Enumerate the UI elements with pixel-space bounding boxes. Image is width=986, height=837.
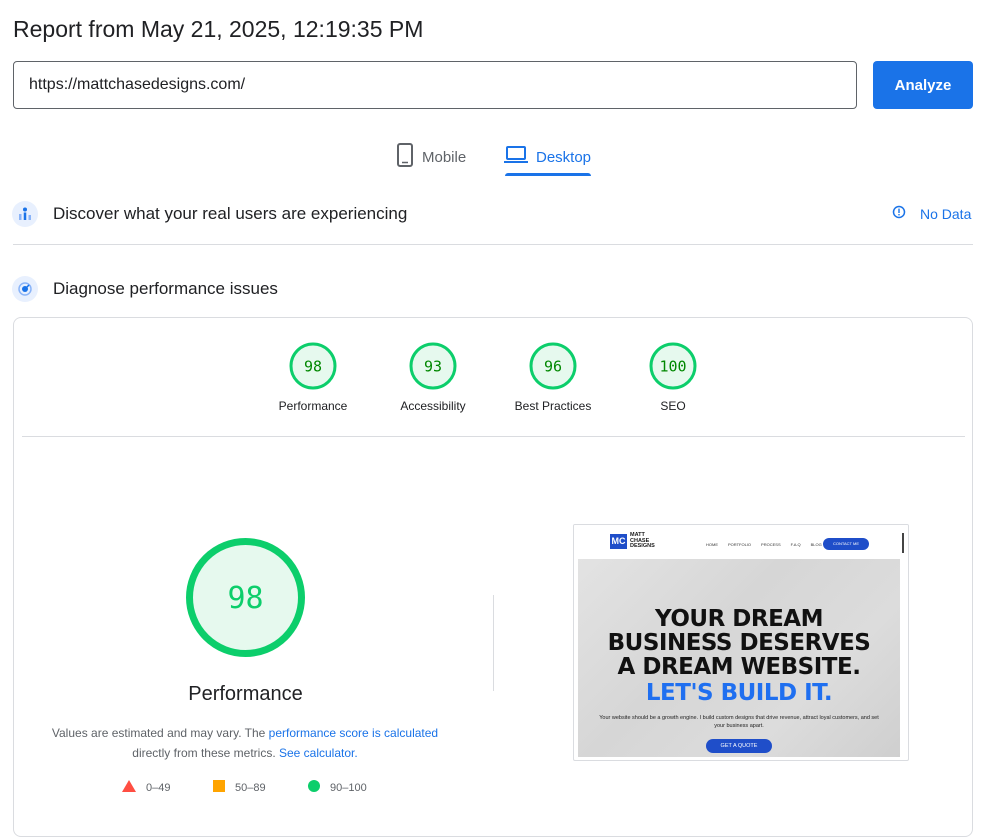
circle-icon xyxy=(308,780,320,795)
score-calculated-link[interactable]: performance score is calculated xyxy=(269,726,438,740)
hero-headline-line: YOUR DREAM xyxy=(655,606,823,632)
menu-item: HOME xyxy=(706,542,718,547)
score-gauge-best-practices[interactable]: 96 Best Practices xyxy=(493,341,613,413)
screenshot-menu: HOME PORTFOLIO PROCESS F.A.Q BLOG xyxy=(706,542,822,547)
hero-headline-line: BUSINESS DESERVES xyxy=(607,630,871,656)
score-note: Values are estimated and may vary. The p… xyxy=(40,723,450,763)
hero-subtext: Your website should be a growth engine. … xyxy=(599,715,879,729)
score-gauge-seo[interactable]: 100 SEO xyxy=(613,341,733,413)
vertical-divider xyxy=(493,595,494,691)
info-icon xyxy=(892,205,906,222)
square-icon xyxy=(213,780,225,795)
tab-mobile[interactable]: Mobile xyxy=(396,138,466,176)
performance-title: Performance xyxy=(188,683,303,705)
score-value: 98 xyxy=(304,358,322,376)
real-users-title: Discover what your real users are experi… xyxy=(53,204,408,223)
card-divider xyxy=(22,436,965,437)
score-label: Accessibility xyxy=(400,399,466,413)
url-input[interactable] xyxy=(14,62,856,108)
tab-selected-indicator xyxy=(505,173,591,176)
see-calculator-link[interactable]: See calculator. xyxy=(279,746,358,760)
score-label: SEO xyxy=(660,399,686,413)
users-chart-icon xyxy=(12,201,38,227)
legend-range: 90–100 xyxy=(330,781,367,794)
laptop-icon xyxy=(504,145,528,169)
analyze-button[interactable]: Analyze xyxy=(873,61,973,109)
menu-item: BLOG xyxy=(810,542,822,547)
menu-item: F.A.Q xyxy=(790,542,801,547)
score-gauge-performance[interactable]: 98 Performance xyxy=(253,341,373,413)
score-ring: 93 xyxy=(409,342,457,390)
section-divider xyxy=(13,244,973,245)
screenshot-scrollbar xyxy=(902,533,904,553)
score-value: 100 xyxy=(659,358,686,376)
legend-range: 50–89 xyxy=(235,781,266,794)
performance-gauge: 98 xyxy=(186,538,305,657)
phone-icon xyxy=(396,143,414,171)
screenshot-logo: MC MATT CHASE DESIGNS xyxy=(610,532,662,550)
page-screenshot: MC MATT CHASE DESIGNS HOME PORTFOLIO PRO… xyxy=(573,524,909,761)
note-text: Values are estimated and may vary. The xyxy=(51,726,269,740)
diagnose-title: Diagnose performance issues xyxy=(53,279,278,298)
report-title: Report from May 21, 2025, 12:19:35 PM xyxy=(13,16,424,42)
performance-score-value: 98 xyxy=(227,581,263,616)
screenshot-nav: MC MATT CHASE DESIGNS HOME PORTFOLIO PRO… xyxy=(574,525,908,559)
score-ring: 98 xyxy=(289,342,337,390)
no-data-indicator[interactable]: No Data xyxy=(892,205,971,222)
legend-fail: 0–49 xyxy=(122,780,170,795)
tab-desktop[interactable]: Desktop xyxy=(504,138,591,176)
tab-desktop-label: Desktop xyxy=(536,148,592,166)
score-value: 93 xyxy=(424,358,442,376)
note-text: directly from these metrics. xyxy=(132,746,279,760)
menu-item: PORTFOLIO xyxy=(728,542,752,547)
contact-button: CONTACT ME xyxy=(823,538,869,550)
logo-mark: MC xyxy=(610,533,627,549)
logo-text: MATT CHASE DESIGNS xyxy=(630,532,655,549)
legend-pass: 90–100 xyxy=(308,780,367,795)
score-value: 96 xyxy=(544,358,562,376)
legend-average: 50–89 xyxy=(213,780,266,795)
hero-cta-button: GET A QUOTE xyxy=(706,739,772,753)
hero-headline-accent: LET'S BUILD IT. xyxy=(645,680,833,706)
no-data-label: No Data xyxy=(920,205,972,222)
url-field[interactable] xyxy=(13,61,857,109)
score-label: Performance xyxy=(278,399,348,413)
score-ring: 100 xyxy=(649,342,697,390)
menu-item: PROCESS xyxy=(761,542,781,547)
legend-range: 0–49 xyxy=(146,781,171,794)
gauge-icon xyxy=(12,276,38,302)
score-gauge-accessibility[interactable]: 93 Accessibility xyxy=(373,341,493,413)
score-ring: 96 xyxy=(529,342,577,390)
tab-mobile-label: Mobile xyxy=(422,148,467,166)
hero-headline-line: A DREAM WEBSITE. xyxy=(617,654,861,680)
screenshot-hero: YOUR DREAM BUSINESS DESERVES A DREAM WEB… xyxy=(578,559,900,757)
triangle-icon xyxy=(122,780,136,795)
score-label: Best Practices xyxy=(514,399,592,413)
